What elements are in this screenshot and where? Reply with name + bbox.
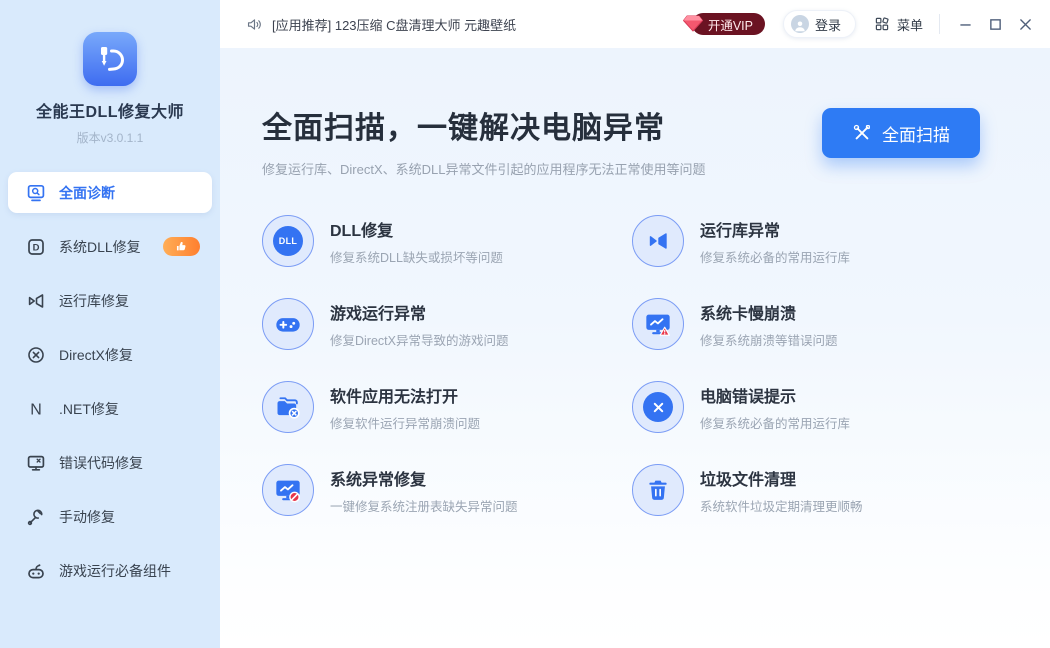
- announcement-bar[interactable]: [应用推荐] 123压缩 C盘清理大师 元趣壁纸: [246, 15, 516, 34]
- feature-dll-repair[interactable]: DLL DLL修复 修复系统DLL缺失或损坏等问题: [262, 215, 632, 267]
- menu-button[interactable]: 菜单: [874, 15, 923, 34]
- svg-text:N: N: [30, 401, 42, 418]
- feature-desc: 修复软件运行异常崩溃问题: [330, 413, 480, 432]
- login-label: 登录: [815, 15, 841, 34]
- feature-system-abnormal-repair[interactable]: 系统异常修复 一键修复系统注册表缺失异常问题: [262, 464, 632, 516]
- grid-menu-icon: [874, 16, 890, 32]
- svg-text:D: D: [33, 242, 40, 253]
- sidebar-item-label: 错误代码修复: [59, 453, 143, 473]
- dll-square-icon: D: [26, 237, 46, 257]
- circle-x-outline-icon: [26, 345, 46, 365]
- topbar: [应用推荐] 123压缩 C盘清理大师 元趣壁纸 开通VIP 登录: [220, 0, 1050, 48]
- feature-game-abnormal[interactable]: 游戏运行异常 修复DirectX异常导致的游戏问题: [262, 298, 632, 350]
- feature-error-prompt[interactable]: 电脑错误提示 修复系统必备的常用运行库: [632, 381, 1002, 433]
- runtime-flag-icon: [632, 215, 684, 267]
- monitor-block-icon: [262, 464, 314, 516]
- feature-desc: 修复系统DLL缺失或损坏等问题: [330, 247, 503, 266]
- feature-runtime-abnormal[interactable]: 运行库异常 修复系统必备的常用运行库: [632, 215, 1002, 267]
- feature-title: 系统异常修复: [330, 466, 518, 490]
- vip-button[interactable]: 开通VIP: [692, 13, 765, 35]
- sidebar-item-label: 游戏运行必备组件: [59, 561, 171, 581]
- sidebar-item-error-code-repair[interactable]: 错误代码修复: [8, 442, 212, 483]
- folder-error-icon: [262, 381, 314, 433]
- feature-title: 运行库异常: [700, 217, 850, 241]
- sidebar-item-label: 系统DLL修复: [59, 237, 141, 257]
- sidebar-item-game-components[interactable]: 游戏运行必备组件: [8, 550, 212, 591]
- close-icon: [1019, 18, 1032, 31]
- topbar-divider: [939, 14, 940, 34]
- letter-n-icon: N: [26, 399, 46, 419]
- app-version: 版本v3.0.1.1: [0, 129, 220, 146]
- feature-app-wont-open[interactable]: 软件应用无法打开 修复软件运行异常崩溃问题: [262, 381, 632, 433]
- monitor-warning-icon: [632, 298, 684, 350]
- close-button[interactable]: [1010, 9, 1040, 39]
- menu-label: 菜单: [897, 15, 923, 34]
- sidebar-item-label: 全面诊断: [59, 183, 115, 203]
- wrench-icon: [26, 507, 46, 527]
- maximize-button[interactable]: [980, 9, 1010, 39]
- sidebar-item-runtime-repair[interactable]: 运行库修复: [8, 280, 212, 321]
- feature-system-crash[interactable]: 系统卡慢崩溃 修复系统崩溃等错误问题: [632, 298, 1002, 350]
- sidebar-item-label: 手动修复: [59, 507, 115, 527]
- gamepad-icon: [262, 298, 314, 350]
- announcement-text: [应用推荐] 123压缩 C盘清理大师 元趣壁纸: [272, 15, 516, 34]
- feature-title: DLL修复: [330, 217, 503, 241]
- sidebar: 全能王DLL修复大师 版本v3.0.1.1 全面诊断 D 系统DLL修复: [0, 0, 220, 648]
- feature-desc: 修复系统必备的常用运行库: [700, 413, 850, 432]
- content-area: 全面扫描，一键解决电脑异常 修复运行库、DirectX、系统DLL异常文件引起的…: [220, 48, 1050, 648]
- speaker-icon: [246, 16, 263, 33]
- feature-desc: 系统软件垃圾定期清理更顺畅: [700, 496, 863, 515]
- login-button[interactable]: 登录: [783, 10, 856, 38]
- sidebar-menu: 全面诊断 D 系统DLL修复 运行库: [0, 172, 220, 591]
- sidebar-item-dotnet-repair[interactable]: N .NET修复: [8, 388, 212, 429]
- feature-title: 垃圾文件清理: [700, 466, 863, 490]
- feature-title: 系统卡慢崩溃: [700, 300, 838, 324]
- sidebar-item-directx-repair[interactable]: DirectX修复: [8, 334, 212, 375]
- sidebar-item-full-diagnosis[interactable]: 全面诊断: [8, 172, 212, 213]
- feature-desc: 一键修复系统注册表缺失异常问题: [330, 496, 518, 515]
- minimize-icon: [959, 18, 972, 31]
- feature-title: 软件应用无法打开: [330, 383, 480, 407]
- feature-junk-clean[interactable]: 垃圾文件清理 系统软件垃圾定期清理更顺畅: [632, 464, 1002, 516]
- app-logo-icon: [83, 32, 137, 86]
- gem-icon: [681, 11, 705, 35]
- maximize-icon: [989, 18, 1002, 31]
- feature-grid: DLL DLL修复 修复系统DLL缺失或损坏等问题 运行库异常 修复系统必备的常…: [262, 215, 1002, 516]
- full-scan-label: 全面扫描: [882, 121, 950, 146]
- thumbs-up-badge: [163, 237, 200, 256]
- trash-icon: [632, 464, 684, 516]
- sidebar-item-label: .NET修复: [59, 399, 119, 419]
- diagnose-monitor-icon: [26, 183, 46, 203]
- minimize-button[interactable]: [950, 9, 980, 39]
- dll-badge-icon: DLL: [262, 215, 314, 267]
- feature-desc: 修复系统崩溃等错误问题: [700, 330, 838, 349]
- vip-label: 开通VIP: [708, 15, 753, 34]
- sidebar-item-label: DirectX修复: [59, 345, 133, 365]
- user-avatar-icon: [791, 15, 809, 33]
- circle-x-icon: [632, 381, 684, 433]
- sidebar-item-label: 运行库修复: [59, 291, 129, 311]
- feature-title: 电脑错误提示: [700, 383, 850, 407]
- crossed-tools-icon: [852, 123, 872, 143]
- robot-icon: [26, 561, 46, 581]
- full-scan-button[interactable]: 全面扫描: [822, 108, 980, 158]
- sidebar-item-manual-repair[interactable]: 手动修复: [8, 496, 212, 537]
- main-area: [应用推荐] 123压缩 C盘清理大师 元趣壁纸 开通VIP 登录: [220, 0, 1050, 648]
- feature-title: 游戏运行异常: [330, 300, 508, 324]
- monitor-error-icon: [26, 453, 46, 473]
- runtime-flag-icon: [26, 291, 46, 311]
- sidebar-item-system-dll-repair[interactable]: D 系统DLL修复: [8, 226, 212, 267]
- app-title: 全能王DLL修复大师: [0, 98, 220, 122]
- feature-desc: 修复系统必备的常用运行库: [700, 247, 850, 266]
- feature-desc: 修复DirectX异常导致的游戏问题: [330, 330, 508, 349]
- page-subtitle: 修复运行库、DirectX、系统DLL异常文件引起的应用程序无法正常使用等问题: [262, 159, 1050, 178]
